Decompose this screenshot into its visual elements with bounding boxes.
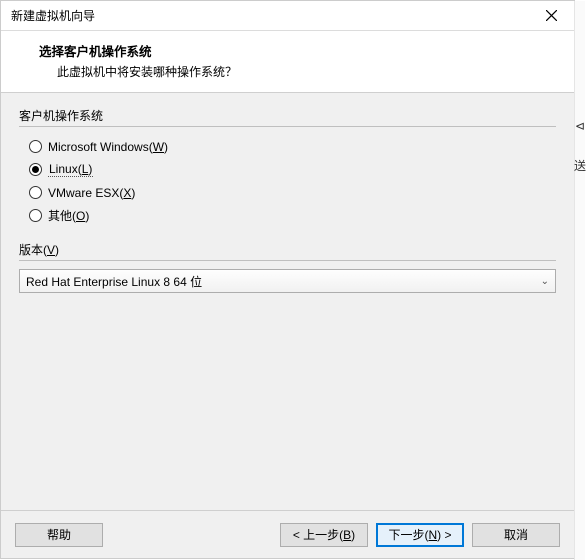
radio-label: 其他(O) bbox=[48, 207, 89, 224]
wizard-dialog: 新建虚拟机向导 选择客户机操作系统 此虚拟机中将安装哪种操作系统？ 客户机操作系… bbox=[0, 0, 575, 559]
radio-icon bbox=[29, 186, 42, 199]
back-button[interactable]: < 上一步(B) bbox=[280, 523, 368, 547]
close-icon bbox=[546, 10, 557, 21]
wizard-header: 选择客户机操作系统 此虚拟机中将安装哪种操作系统？ bbox=[1, 31, 574, 93]
radio-linux[interactable]: Linux(L) bbox=[29, 158, 556, 181]
divider bbox=[19, 260, 556, 261]
page-title: 选择客户机操作系统 bbox=[21, 41, 554, 60]
window-title: 新建虚拟机向导 bbox=[11, 7, 529, 24]
radio-other[interactable]: 其他(O) bbox=[29, 204, 556, 227]
radio-label: Linux(L) bbox=[48, 163, 93, 177]
side-mark-icon: ⊲ bbox=[576, 119, 584, 133]
version-selected-value: Red Hat Enterprise Linux 8 64 位 bbox=[26, 273, 202, 290]
version-label: 版本(V) bbox=[19, 241, 556, 258]
version-group: 版本(V) Red Hat Enterprise Linux 8 64 位 ⌄ bbox=[19, 241, 556, 293]
next-button[interactable]: 下一步(N) > bbox=[376, 523, 464, 547]
radio-vmware-esx[interactable]: VMware ESX(X) bbox=[29, 181, 556, 204]
radio-label: VMware ESX(X) bbox=[48, 186, 135, 200]
radio-windows[interactable]: Microsoft Windows(W) bbox=[29, 135, 556, 158]
radio-icon bbox=[29, 209, 42, 222]
os-group: 客户机操作系统 Microsoft Windows(W) Linux(L) bbox=[19, 107, 556, 227]
close-button[interactable] bbox=[529, 1, 574, 31]
radio-icon bbox=[29, 140, 42, 153]
page-subtitle: 此虚拟机中将安装哪种操作系统？ bbox=[21, 63, 554, 80]
version-select[interactable]: Red Hat Enterprise Linux 8 64 位 ⌄ bbox=[19, 269, 556, 293]
wizard-content: 客户机操作系统 Microsoft Windows(W) Linux(L) bbox=[1, 93, 574, 510]
radio-label: Microsoft Windows(W) bbox=[48, 140, 168, 154]
help-button[interactable]: 帮助 bbox=[15, 523, 103, 547]
divider bbox=[19, 126, 556, 127]
side-mark-text: 送 bbox=[576, 157, 584, 174]
os-radio-list: Microsoft Windows(W) Linux(L) VMware ESX… bbox=[19, 135, 556, 227]
wizard-footer: 帮助 < 上一步(B) 下一步(N) > 取消 bbox=[1, 510, 574, 558]
radio-icon bbox=[29, 163, 42, 176]
side-strip: ⊲ 送 bbox=[574, 1, 585, 560]
titlebar: 新建虚拟机向导 bbox=[1, 1, 574, 31]
chevron-down-icon: ⌄ bbox=[541, 276, 549, 287]
os-group-label: 客户机操作系统 bbox=[19, 107, 556, 124]
cancel-button[interactable]: 取消 bbox=[472, 523, 560, 547]
